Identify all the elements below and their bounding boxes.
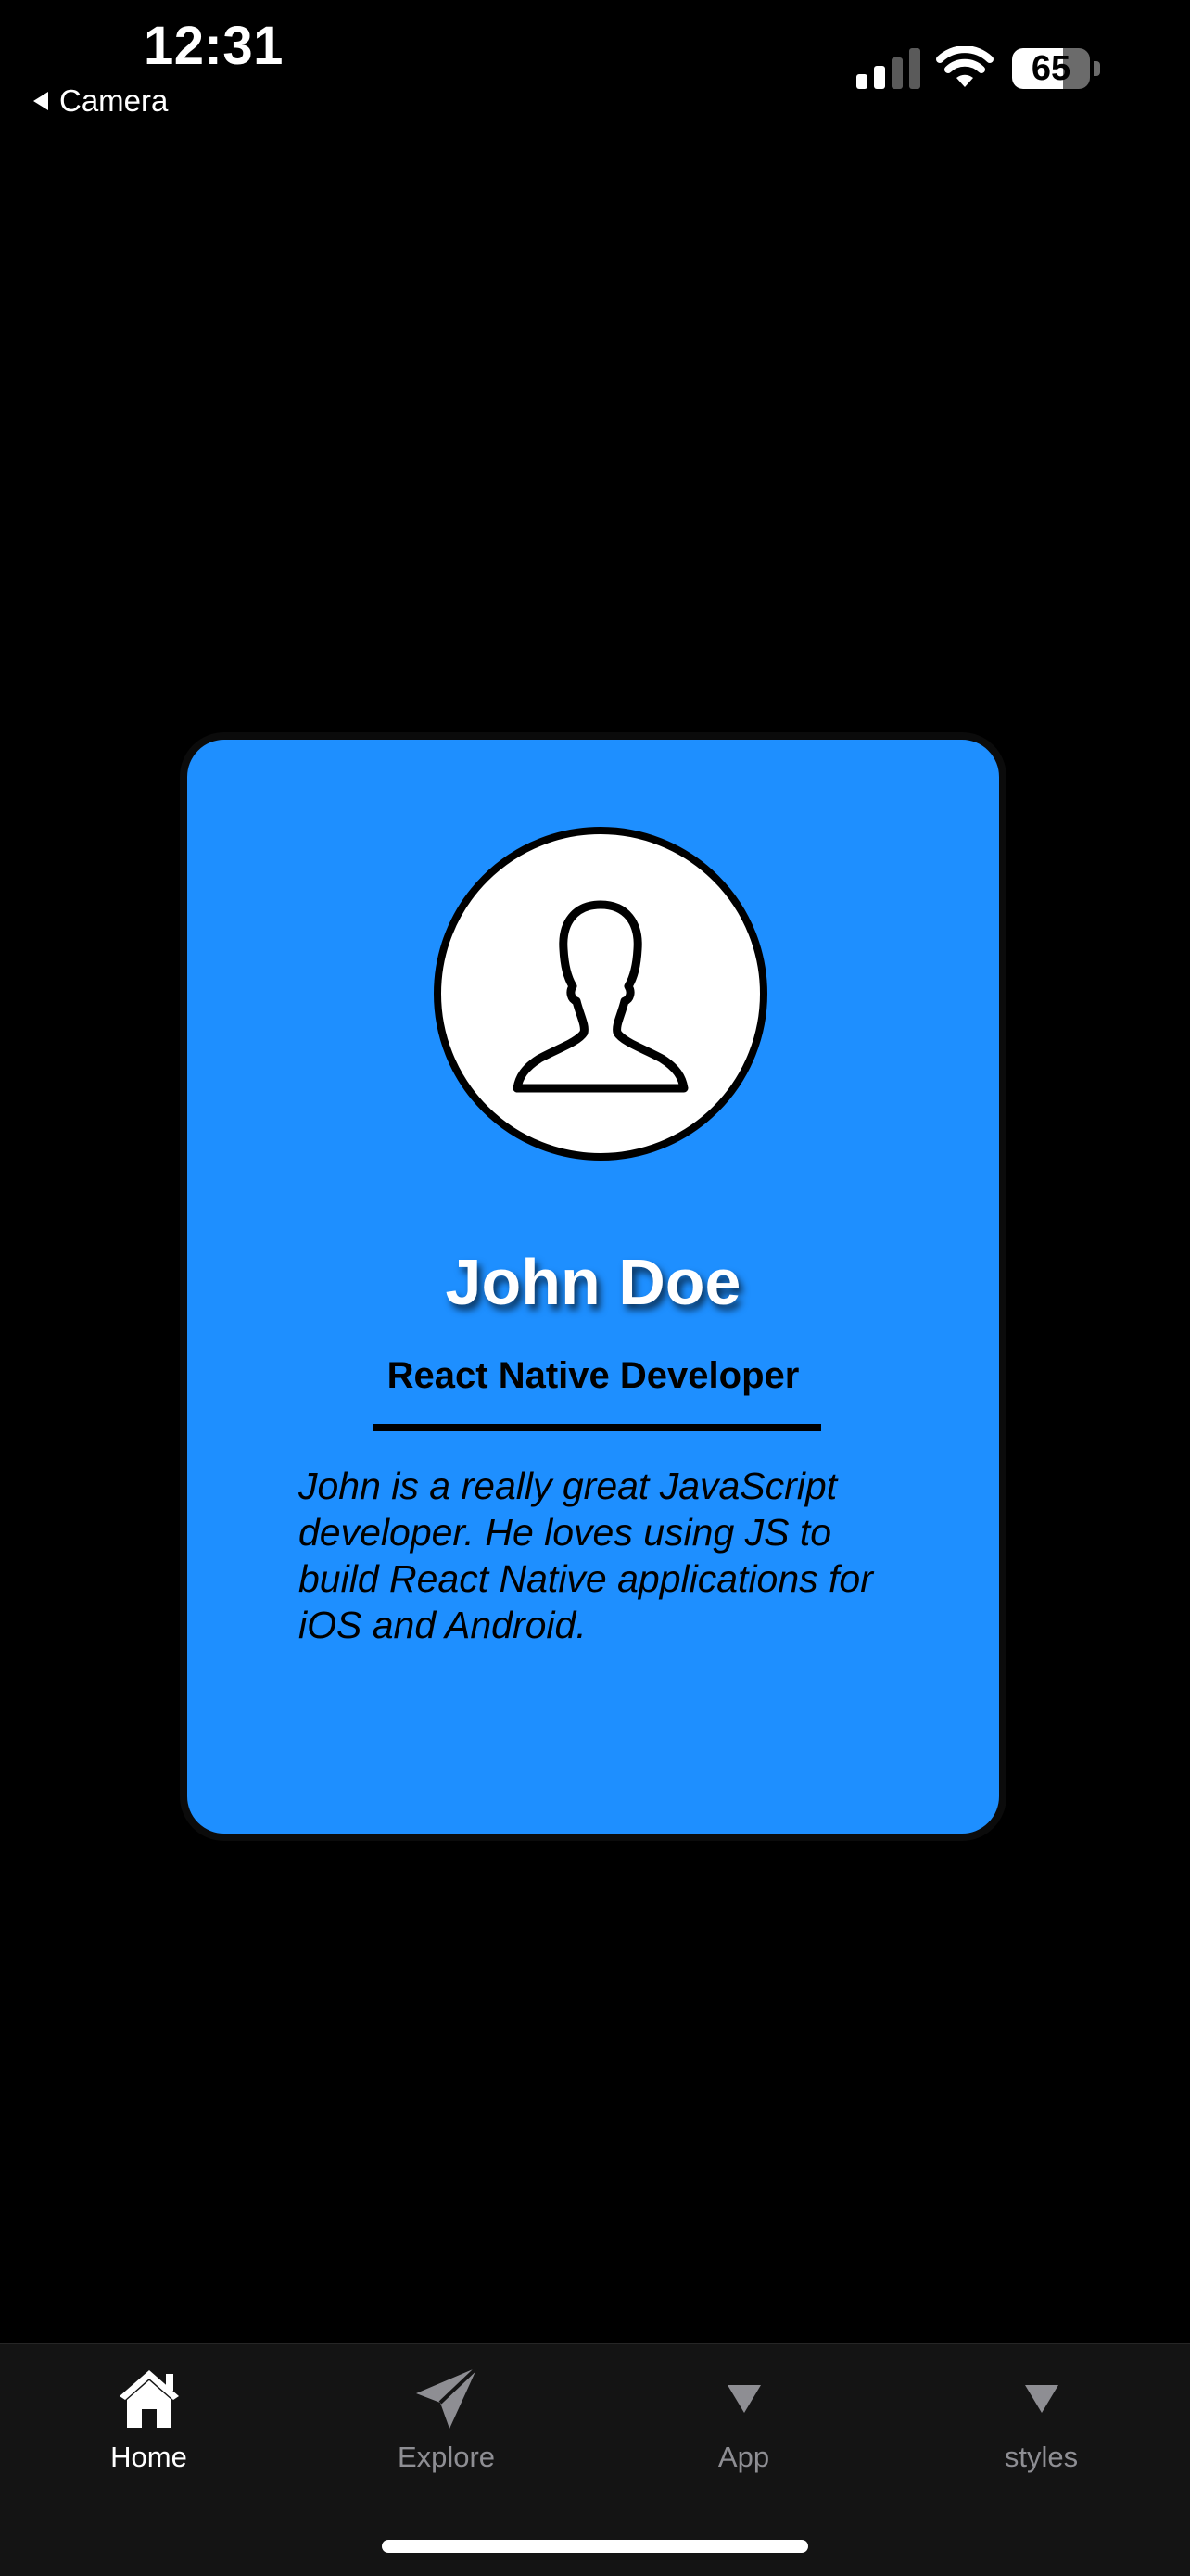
profile-role: React Native Developer bbox=[386, 1355, 800, 1396]
person-silhouette-icon bbox=[513, 900, 689, 1093]
avatar bbox=[434, 827, 767, 1161]
triangle-down-icon bbox=[1006, 2363, 1077, 2433]
back-arrow-icon bbox=[33, 92, 48, 110]
profile-card: John Doe React Native Developer John is … bbox=[180, 732, 1006, 1841]
back-to-camera-label: Camera bbox=[59, 83, 169, 118]
back-to-camera-button[interactable]: Camera bbox=[33, 83, 168, 119]
battery-percent: 65 bbox=[1031, 49, 1071, 88]
cellular-signal-icon bbox=[856, 48, 920, 89]
tab-explore-label: Explore bbox=[397, 2441, 496, 2473]
wifi-icon bbox=[936, 46, 994, 87]
tab-home-label: Home bbox=[110, 2441, 187, 2473]
profile-bio: John is a really great JavaScript develo… bbox=[298, 1465, 873, 1646]
battery-indicator: 65 bbox=[1012, 48, 1101, 89]
profile-name: John Doe bbox=[445, 1246, 741, 1318]
status-bar: 12:31 Camera 65 bbox=[0, 0, 1190, 130]
tab-styles-label: styles bbox=[1004, 2441, 1079, 2473]
triangle-down-icon bbox=[709, 2363, 779, 2433]
tab-styles[interactable]: styles bbox=[892, 2363, 1190, 2493]
tab-explore[interactable]: Explore bbox=[298, 2363, 595, 2493]
paper-plane-icon bbox=[411, 2363, 482, 2433]
status-time: 12:31 bbox=[144, 16, 284, 76]
home-indicator[interactable] bbox=[382, 2540, 808, 2553]
tab-app[interactable]: App bbox=[595, 2363, 892, 2493]
house-icon bbox=[114, 2363, 184, 2433]
tab-app-label: App bbox=[717, 2441, 770, 2473]
tab-home[interactable]: Home bbox=[0, 2363, 298, 2493]
divider bbox=[373, 1424, 821, 1431]
